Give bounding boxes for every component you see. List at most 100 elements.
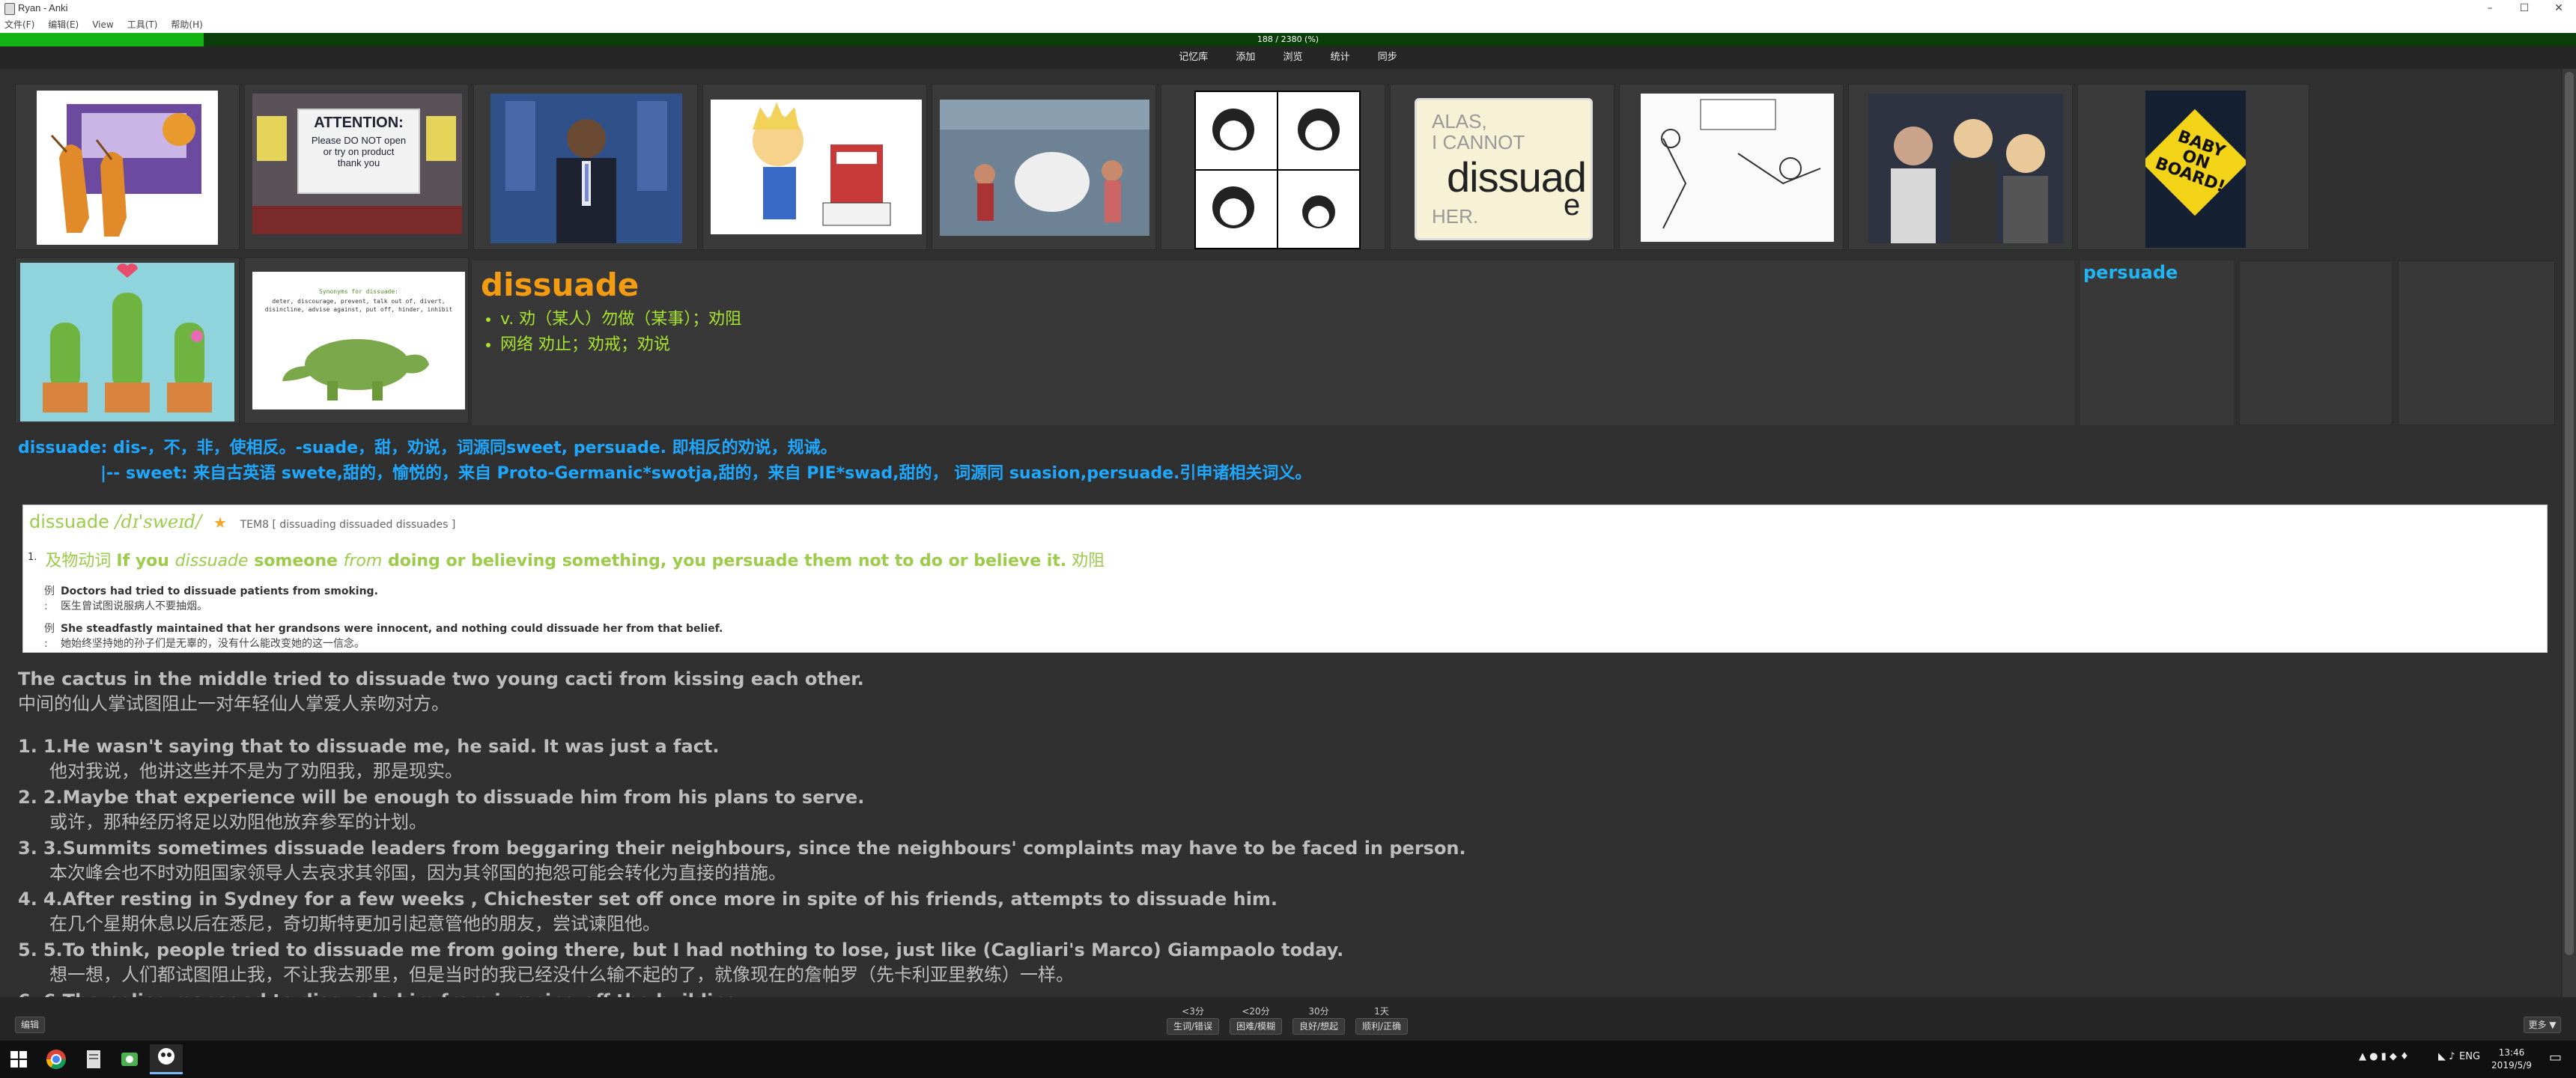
interval-easy: 1天 xyxy=(1374,1006,1389,1017)
sense-text-1: If you xyxy=(116,552,175,570)
card-content: ATTENTION: Please DO NOT open or try on … xyxy=(0,69,2561,997)
attention-sign-line-2: or try on product xyxy=(323,146,395,157)
image-cell-11 xyxy=(15,258,240,424)
star-icon: ★ xyxy=(213,514,227,532)
alas-line-1: ALAS, xyxy=(1432,110,1487,133)
sentence-en-row: 3. 3.Summits sometimes dissuade leaders f… xyxy=(18,835,2549,861)
sentence-number: 6. xyxy=(18,990,37,997)
sense-text-3: someone xyxy=(248,552,344,570)
cartoon-deer-image xyxy=(37,91,218,245)
clock-time: 13:46 xyxy=(2498,1047,2525,1058)
nav-decks[interactable]: 记忆库 xyxy=(1179,46,1208,69)
app-icon-green[interactable] xyxy=(118,1048,141,1071)
image-cell-7: ALAS, I CANNOT dissuad e HER. xyxy=(1390,84,1614,250)
definition-list: v. 劝（某人）勿做（某事）；劝阻 网络 劝止；劝戒；劝说 xyxy=(485,307,741,358)
synonyms-title: Synonyms for dissuade: xyxy=(319,288,398,295)
image-cell-9 xyxy=(1848,84,2073,250)
sentence-en-text: 2.Maybe that experience will be enough t… xyxy=(43,787,865,808)
windows-start-icon[interactable] xyxy=(10,1051,27,1068)
people-at-table-image xyxy=(1868,94,2063,243)
sentence-item: 3. 3.Summits sometimes dissuade leaders f… xyxy=(18,835,2549,885)
sentence-en-text: 1.He wasn't saying that to dissuade me, … xyxy=(43,736,720,757)
sentence-item: 2. 2.Maybe that experience will be enough… xyxy=(18,785,2549,834)
definition-item: 网络 劝止；劝戒；劝说 xyxy=(500,332,741,358)
baby-on-board-image: BABY ON BOARD! xyxy=(2145,91,2246,248)
sentence-zh: 他对我说，他讲这些并不是为了劝阻我，那是现实。 xyxy=(49,761,463,782)
answer-hard-button[interactable]: 困难/模糊 xyxy=(1230,1018,1282,1035)
image-cell-5 xyxy=(932,84,1156,250)
anki-taskbar-icon[interactable] xyxy=(150,1044,183,1074)
related-word[interactable]: persuade xyxy=(2083,262,2178,283)
dict-sense: 1. 及物动词 If you dissuade someone from doi… xyxy=(28,547,1105,571)
example-en: She steadfastly maintained that her gran… xyxy=(61,623,723,635)
attention-sign-title: ATTENTION: xyxy=(314,115,404,131)
sentence-en-text: 5.To think, people tried to dissuade me … xyxy=(43,940,1344,960)
sense-text-5: doing or believing something, you persua… xyxy=(382,552,1067,570)
sense-text-4: from xyxy=(343,552,383,570)
related-word-cell: persuade xyxy=(2080,261,2234,425)
image-cell-3 xyxy=(473,84,698,250)
sentence-zh: 想一想，人们都试图阻止我，不让我去那里，但是当时的我已经没什么输不起的了，就像现… xyxy=(49,964,1074,985)
tray-icons[interactable]: ▲ ● ▮ ◆ ♦ xyxy=(2359,1051,2409,1062)
sentence-number: 3. xyxy=(18,838,37,859)
progress-label: 188 / 2380 (%) xyxy=(1257,34,1319,44)
notification-icon[interactable]: ▭ xyxy=(2549,1050,2562,1065)
nav-sync[interactable]: 同步 xyxy=(1378,46,1397,69)
main-sentence-en: The cactus in the middle tried to dissua… xyxy=(18,669,864,689)
wifi-volume-icon[interactable]: ◣ ♪ xyxy=(2438,1051,2455,1062)
image-cell-4 xyxy=(702,84,927,250)
scrollbar-thumb[interactable] xyxy=(2565,72,2574,955)
dict-example: 例 Doctors had tried to dissuade patients … xyxy=(44,583,378,613)
sentence-item: 5. 5.To think, people tried to dissuade m… xyxy=(18,937,2549,987)
anki-app-icon xyxy=(4,3,15,15)
image-cell-12: Synonyms for dissuade: deter, discourage… xyxy=(244,258,469,424)
nav-stats[interactable]: 统计 xyxy=(1331,46,1350,69)
menu-tools[interactable]: 工具(T) xyxy=(127,16,158,33)
sentence-item: 6. 6.The police managed to dissuade him f… xyxy=(18,988,2549,997)
three-cacti-image xyxy=(20,263,234,421)
menu-bar: 文件(F) 编辑(E) View 工具(T) 帮助(H) xyxy=(0,16,2576,34)
menu-edit[interactable]: 编辑(E) xyxy=(48,16,79,33)
window-title: Ryan - Anki xyxy=(18,2,68,13)
sentence-number: 2. xyxy=(18,787,37,808)
system-clock[interactable]: 13:46 2019/5/9 xyxy=(2489,1047,2534,1072)
image-cell-1 xyxy=(15,84,240,250)
menu-help[interactable]: 帮助(H) xyxy=(171,16,202,33)
empty-field-cell xyxy=(2239,261,2393,425)
top-nav: 记忆库 添加 浏览 统计 同步 xyxy=(0,46,2576,69)
interval-hard: <20分 xyxy=(1242,1006,1270,1017)
menu-file[interactable]: 文件(F) xyxy=(4,16,34,33)
nav-browse[interactable]: 浏览 xyxy=(1283,46,1302,69)
example-en: Doctors had tried to dissuade patients f… xyxy=(61,585,378,597)
sentence-en-row: 1. 1.He wasn't saying that to dissuade me… xyxy=(18,734,2549,759)
dict-headword: dissuade xyxy=(29,511,109,532)
etymology-line-2: |-- sweet: 来自古英语 swete,甜的，愉悦的，来自 Proto-G… xyxy=(100,464,1312,483)
empty-field-cell xyxy=(2398,261,2555,425)
menu-view[interactable]: View xyxy=(92,16,113,33)
answer-easy-button[interactable]: 顺利/正确 xyxy=(1355,1018,1408,1035)
edit-button[interactable]: 编辑 xyxy=(15,1017,45,1033)
clock-date: 2019/5/9 xyxy=(2491,1060,2532,1071)
sentence-item: 1. 1.He wasn't saying that to dissuade me… xyxy=(18,734,2549,783)
sentence-number: 1. xyxy=(18,736,37,757)
minimize-button[interactable]: – xyxy=(2473,0,2507,16)
sentence-zh: 在几个星期休息以后在悉尼，奇切斯特更加引起意管他的朋友，尝试谏阻他。 xyxy=(49,913,660,934)
answer-again-button[interactable]: 生词/错误 xyxy=(1167,1018,1219,1035)
synonyms-text: deter, discourage, prevent, talk out of,… xyxy=(264,298,453,313)
definition-item: v. 劝（某人）勿做（某事）；劝阻 xyxy=(500,307,741,332)
maximize-button[interactable]: ☐ xyxy=(2507,0,2542,16)
image-cell-8 xyxy=(1619,84,1844,250)
input-language[interactable]: ENG xyxy=(2459,1051,2480,1062)
vertical-scrollbar[interactable] xyxy=(2563,69,2576,997)
nav-add[interactable]: 添加 xyxy=(1236,46,1255,69)
chrome-icon[interactable] xyxy=(45,1048,67,1071)
more-button[interactable]: 更多 ▼ xyxy=(2524,1017,2561,1033)
file-icon[interactable] xyxy=(82,1048,105,1071)
main-sentence-zh: 中间的仙人掌试图阻止一对年轻仙人掌爱人亲吻对方。 xyxy=(18,693,449,714)
answer-good-button[interactable]: 良好/想起 xyxy=(1292,1018,1345,1035)
interval-good: 30分 xyxy=(1308,1006,1329,1017)
image-cell-2: ATTENTION: Please DO NOT open or try on … xyxy=(244,84,469,250)
sentence-zh: 本次峰会也不时劝阻国家领导人去哀求其邻国，因为其邻国的抱怨可能会转化为直接的措施… xyxy=(49,862,786,883)
close-button[interactable]: ✕ xyxy=(2542,0,2576,16)
dog-comic-image xyxy=(1194,91,1361,249)
